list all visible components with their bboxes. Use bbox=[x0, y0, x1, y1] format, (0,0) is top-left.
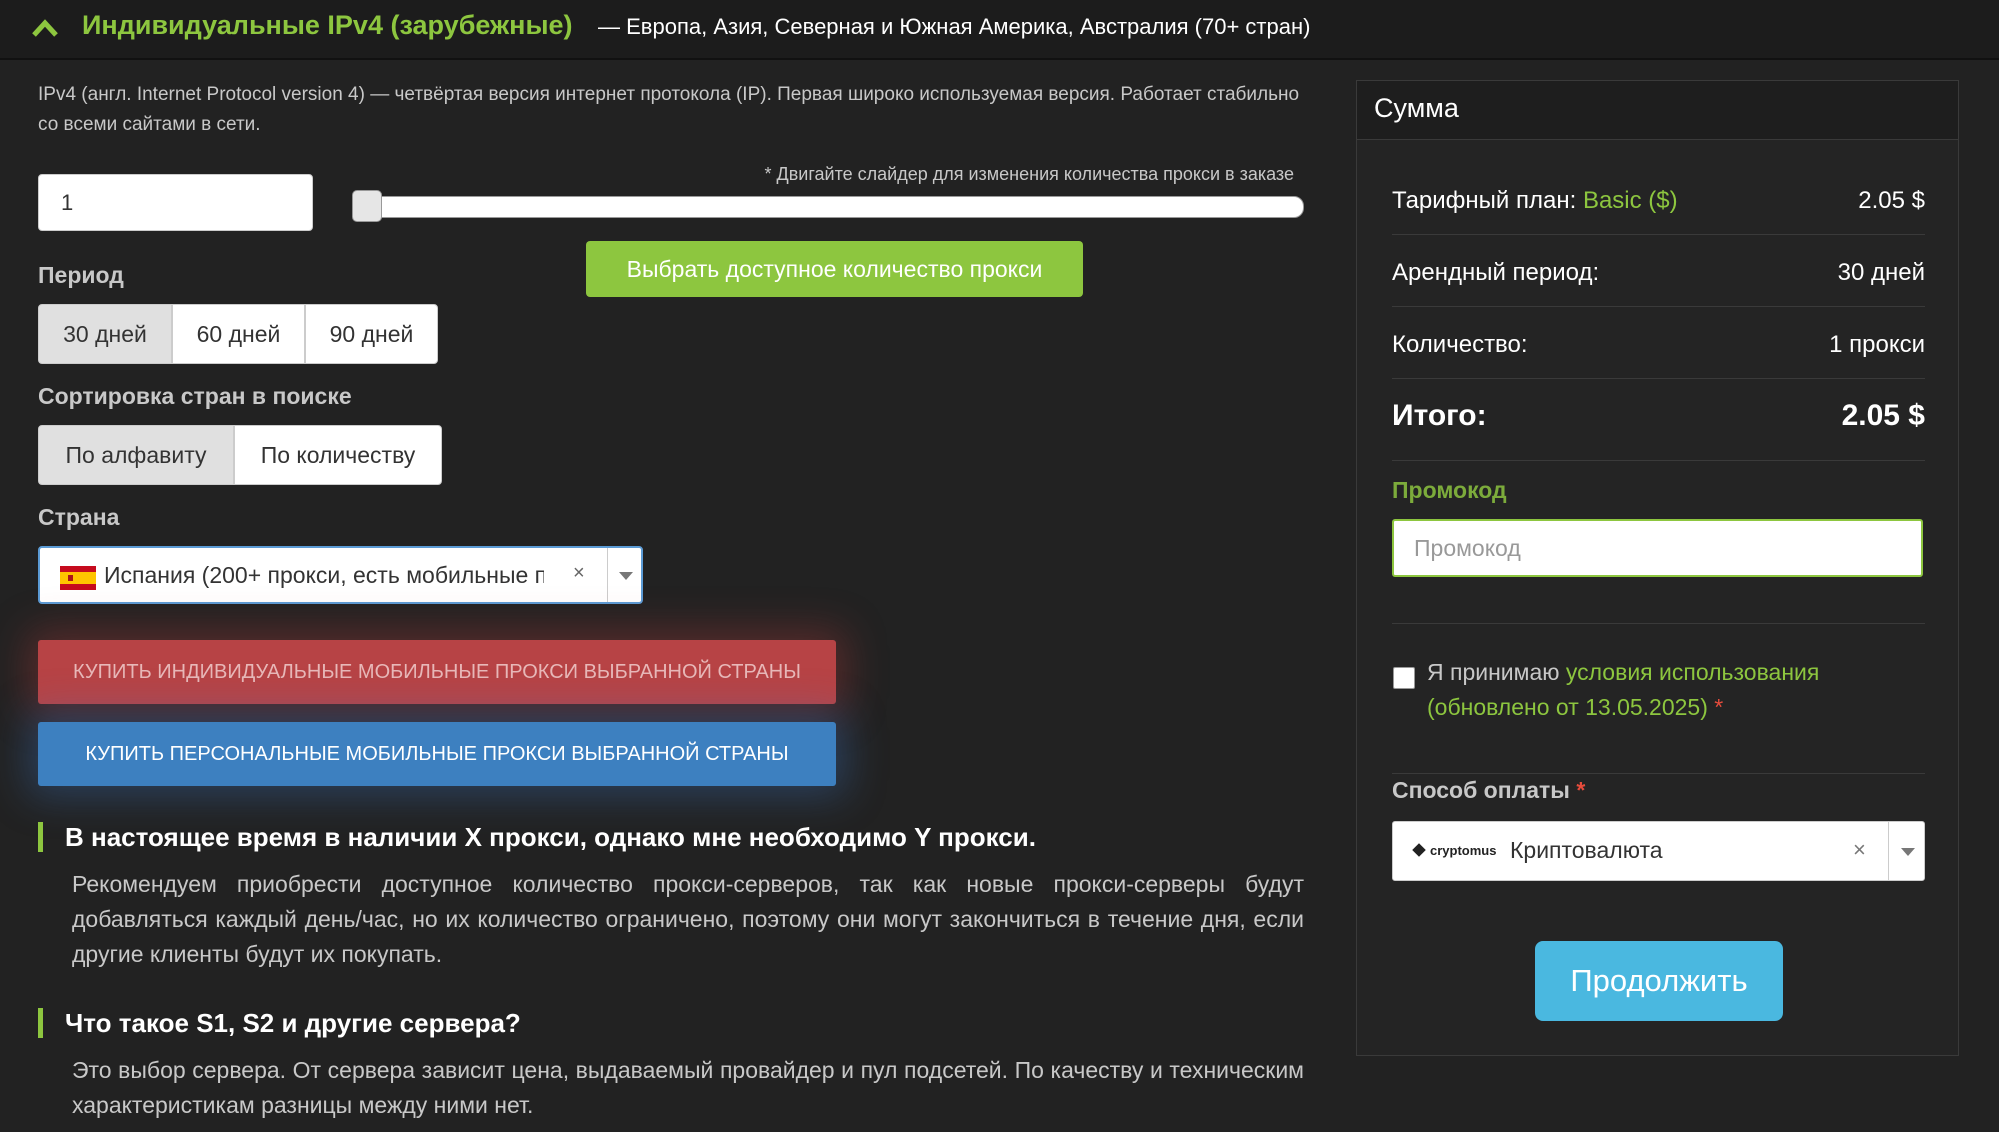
sorting-label: Сортировка стран в поиске bbox=[38, 383, 352, 409]
tariff-label-text: Тарифный план: bbox=[1392, 187, 1577, 214]
country-select-value: Испания (200+ прокси, есть мобильные про… bbox=[104, 562, 544, 588]
divider bbox=[1392, 773, 1925, 774]
sort-alphabet-option[interactable]: По алфавиту bbox=[38, 425, 234, 485]
terms-checkbox[interactable] bbox=[1393, 667, 1415, 689]
faq-answer: Это выбор сервера. От сервера зависит це… bbox=[72, 1057, 1304, 1118]
quantity-slider-track[interactable] bbox=[354, 196, 1304, 218]
page: Индивидуальные IPv4 (зарубежные) — Европ… bbox=[0, 0, 1999, 1132]
quantity-slider-handle[interactable] bbox=[352, 190, 382, 222]
country-clear-icon[interactable]: × bbox=[573, 562, 585, 585]
payment-select-divider bbox=[1888, 822, 1889, 880]
terms-prefix: Я принимаю bbox=[1427, 659, 1560, 685]
section-subtitle: — Европа, Азия, Северная и Южная Америка… bbox=[598, 14, 1311, 39]
quantity-summary-label: Количество: bbox=[1392, 331, 1528, 358]
product-description: IPv4 (англ. Internet Protocol version 4)… bbox=[38, 84, 1300, 135]
cryptomus-logo-text: cryptomus bbox=[1430, 843, 1497, 858]
payment-method-value: Криптовалюта bbox=[1510, 837, 1663, 863]
period-summary-label: Арендный период: bbox=[1392, 259, 1600, 286]
dropdown-caret-icon[interactable] bbox=[619, 572, 633, 580]
terms-text: Я принимаю условия использования (обновл… bbox=[1427, 655, 1897, 725]
period-option-30[interactable]: 30 дней bbox=[38, 304, 172, 364]
summary-row-total: Итого: 2.05 $ bbox=[1392, 381, 1925, 461]
section-title: Индивидуальные IPv4 (зарубежные) bbox=[82, 10, 573, 40]
continue-button[interactable]: Продолжить bbox=[1535, 941, 1783, 1021]
buy-personal-mobile-button[interactable]: КУПИТЬ ПЕРСОНАЛЬНЫЕ МОБИЛЬНЫЕ ПРОКСИ ВЫБ… bbox=[38, 722, 836, 786]
tariff-price: 2.05 $ bbox=[1858, 187, 1925, 214]
buy-individual-mobile-button[interactable]: КУПИТЬ ИНДИВИДУАЛЬНЫЕ МОБИЛЬНЫЕ ПРОКСИ В… bbox=[38, 640, 836, 704]
sorting-selector: По алфавиту По количеству bbox=[38, 425, 442, 485]
slider-hint: * Двигайте слайдер для изменения количес… bbox=[764, 164, 1294, 184]
cryptomus-logo: cryptomus bbox=[1412, 843, 1497, 858]
period-option-90[interactable]: 90 дней bbox=[305, 304, 438, 364]
divider bbox=[1392, 623, 1925, 624]
summary-row-quantity: Количество: 1 прокси bbox=[1392, 309, 1925, 379]
quantity-summary-value: 1 прокси bbox=[1829, 331, 1925, 358]
promo-code-input[interactable] bbox=[1392, 519, 1923, 577]
select-available-button[interactable]: Выбрать доступное количество прокси bbox=[586, 241, 1083, 297]
country-select[interactable]: Испания (200+ прокси, есть мобильные про… bbox=[38, 546, 643, 604]
required-star: * bbox=[1576, 777, 1586, 803]
period-option-60[interactable]: 60 дней bbox=[172, 304, 305, 364]
total-label: Итого: bbox=[1392, 399, 1487, 432]
section-header[interactable]: Индивидуальные IPv4 (зарубежные) — Европ… bbox=[0, 0, 1999, 60]
order-summary-panel: Сумма Тарифный план: Basic ($) 2.05 $ Ар… bbox=[1356, 80, 1959, 1056]
sort-quantity-option[interactable]: По количеству bbox=[234, 425, 442, 485]
payment-clear-icon[interactable]: × bbox=[1853, 837, 1866, 863]
faq-question: Что такое S1, S2 и другие сервера? bbox=[38, 1008, 521, 1038]
period-summary-value: 30 дней bbox=[1837, 259, 1925, 286]
summary-row-period: Арендный период: 30 дней bbox=[1392, 237, 1925, 307]
required-star: * bbox=[1714, 694, 1724, 720]
tariff-label: Тарифный план: Basic ($) bbox=[1392, 187, 1678, 215]
country-select-divider bbox=[607, 548, 608, 602]
dropdown-caret-icon[interactable] bbox=[1901, 848, 1915, 856]
tariff-plan-link[interactable]: Basic ($) bbox=[1583, 187, 1678, 214]
payment-method-label-text: Способ оплаты bbox=[1392, 777, 1570, 803]
faq-question: В настоящее время в наличии X прокси, од… bbox=[38, 822, 1036, 852]
payment-method-select[interactable]: cryptomus Криптовалюта × bbox=[1392, 821, 1925, 881]
summary-row-tariff: Тарифный план: Basic ($) 2.05 $ bbox=[1392, 165, 1925, 235]
summary-title: Сумма bbox=[1374, 93, 1459, 123]
payment-method-label: Способ оплаты * bbox=[1392, 777, 1585, 804]
spain-flag-icon bbox=[60, 566, 96, 590]
cube-icon bbox=[1412, 843, 1426, 857]
quantity-input[interactable]: 1 bbox=[38, 174, 313, 231]
period-selector: 30 дней 60 дней 90 дней bbox=[38, 304, 438, 364]
summary-header: Сумма bbox=[1357, 81, 1958, 140]
period-label: Период bbox=[38, 262, 124, 288]
promo-label: Промокод bbox=[1392, 477, 1507, 503]
faq-answer: Рекомендуем приобрести доступное количес… bbox=[72, 871, 1304, 967]
country-label: Страна bbox=[38, 504, 120, 530]
chevron-up-icon[interactable] bbox=[30, 15, 60, 41]
total-value: 2.05 $ bbox=[1841, 399, 1925, 432]
